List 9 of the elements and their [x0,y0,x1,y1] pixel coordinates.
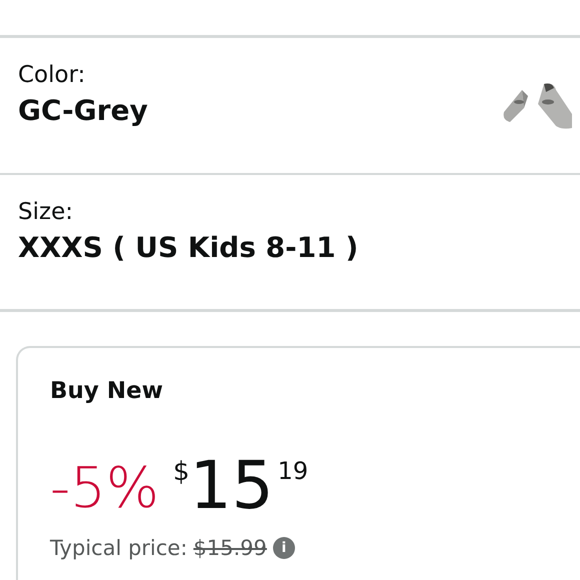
buy-box-title: Buy New [50,377,164,406]
info-icon[interactable]: i [272,537,295,560]
option-label: Color: [18,62,86,90]
discount-percent: -5% [50,460,160,516]
option-value: GC-Grey [18,92,148,129]
option-value: XXXS ( US Kids 8-11 ) [18,230,358,266]
option-label: Size: [18,199,74,227]
typical-price: $15.99 [193,534,267,562]
typical-price-label: Typical price: [50,534,188,562]
